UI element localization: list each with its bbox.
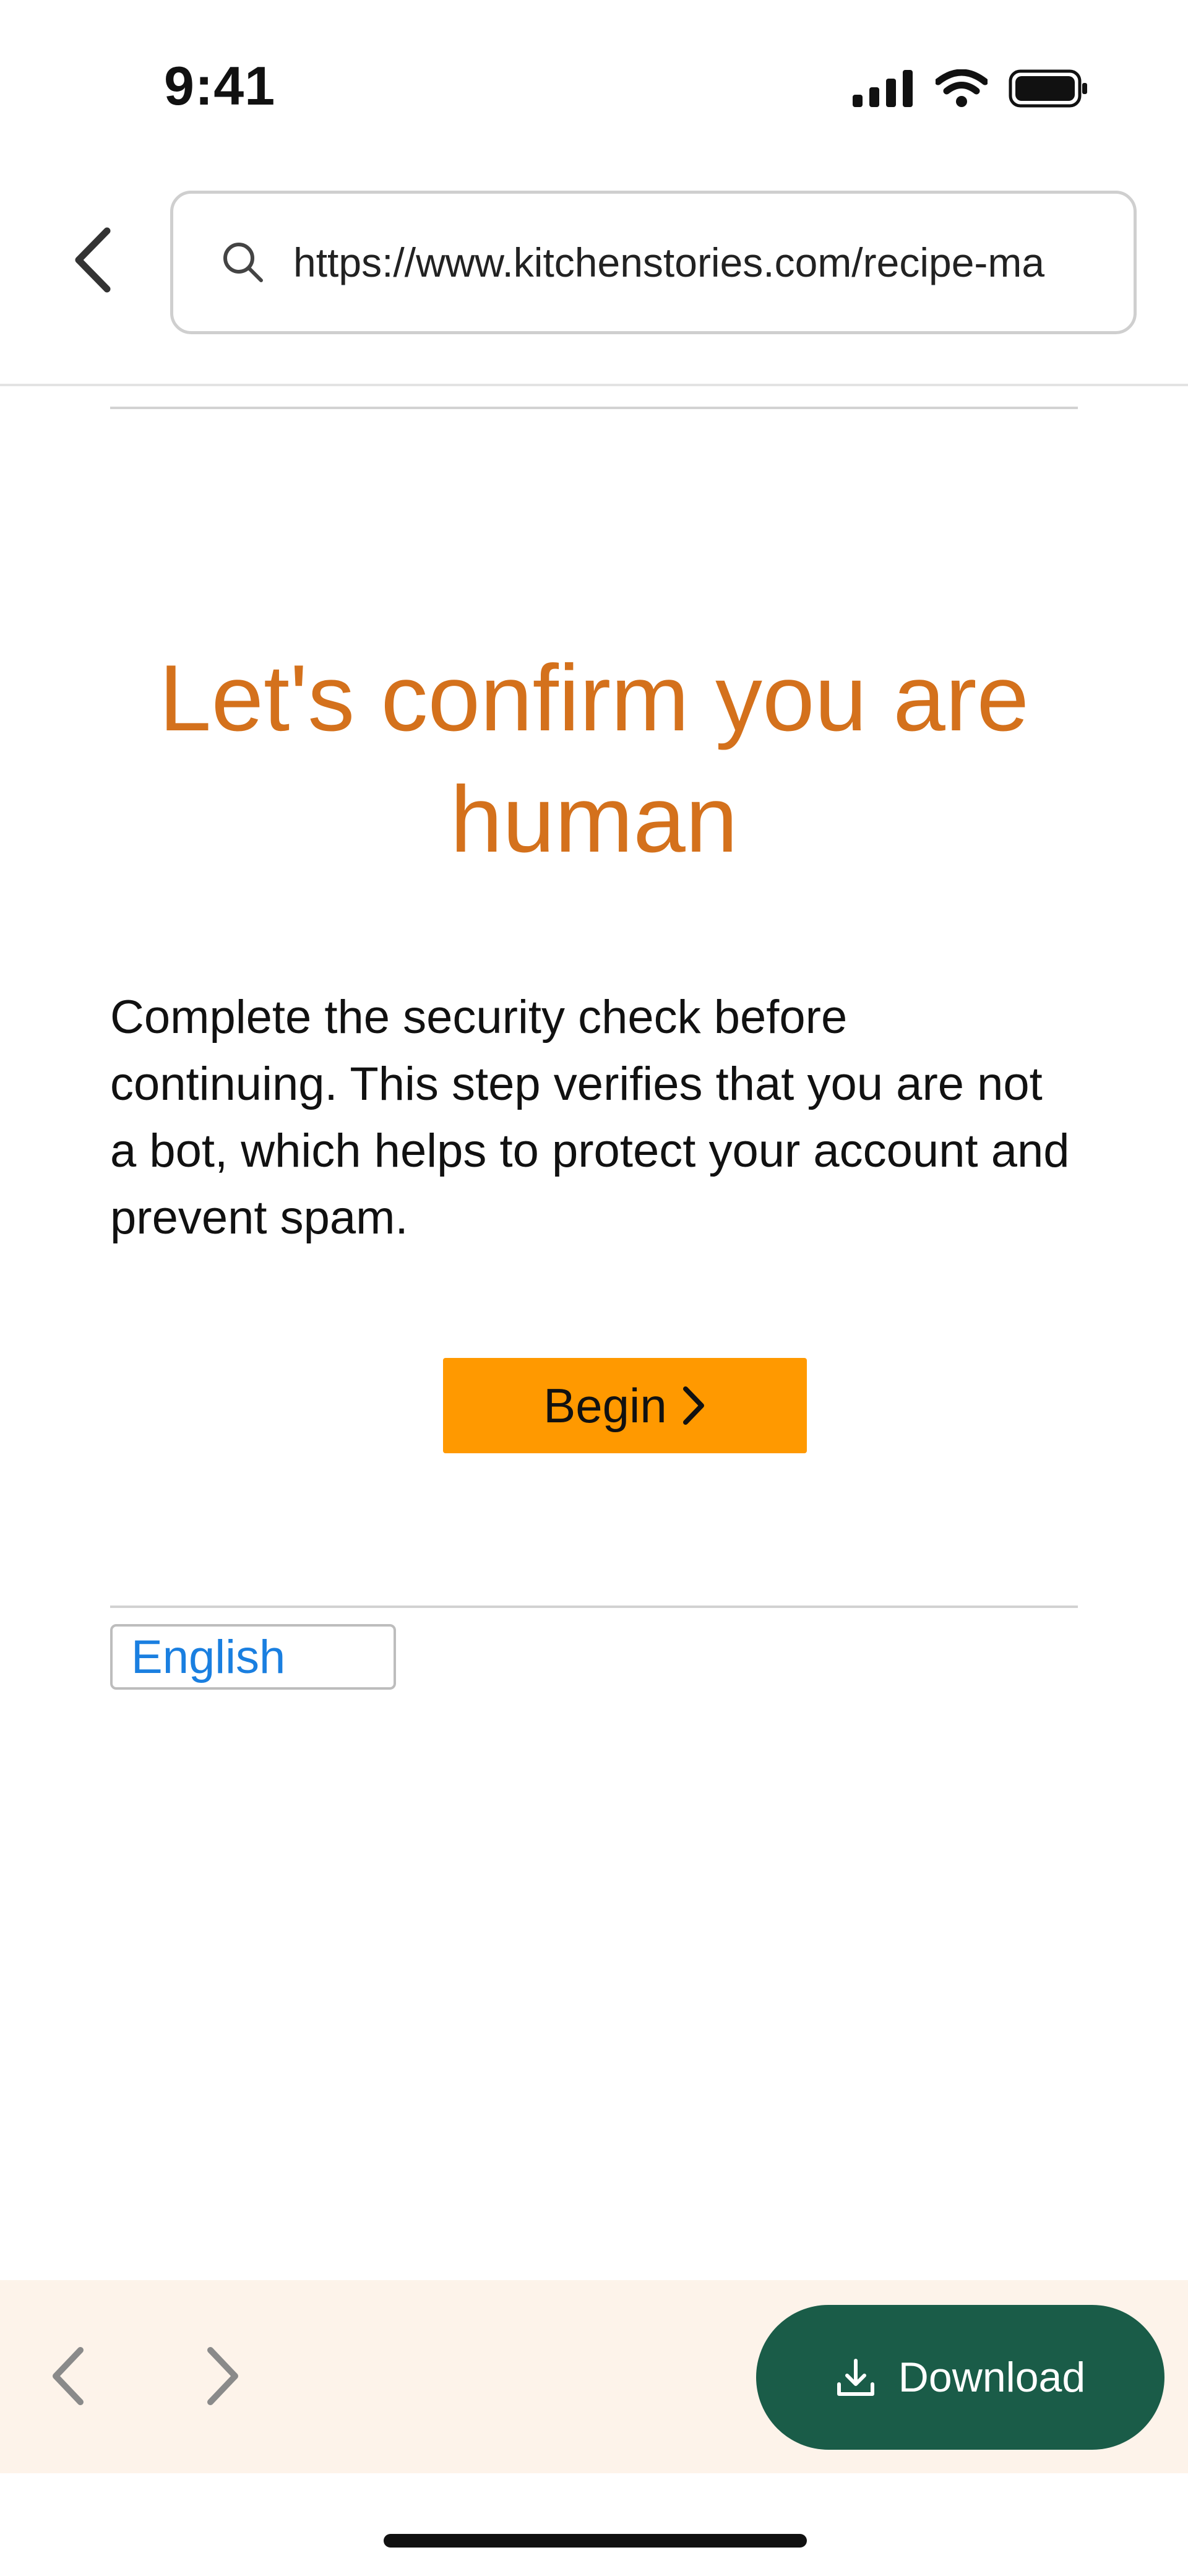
wifi-icon bbox=[936, 69, 988, 107]
chevron-right-icon bbox=[682, 1386, 704, 1425]
back-icon bbox=[53, 2347, 84, 2405]
status-icons bbox=[853, 67, 1089, 110]
url-text: https://www.kitchenstories.com/recipe-ma bbox=[293, 240, 1045, 285]
download-button-label: Download bbox=[898, 2354, 1086, 2401]
address-bar[interactable]: https://www.kitchenstories.com/recipe-ma bbox=[170, 191, 1137, 334]
download-icon bbox=[837, 2359, 874, 2396]
signal-icon bbox=[853, 70, 913, 107]
forward-icon bbox=[207, 2347, 238, 2405]
bottom-divider bbox=[110, 1606, 1078, 1608]
status-time: 9:41 bbox=[164, 55, 276, 116]
header-divider bbox=[0, 384, 1188, 386]
toolbar-forward-button[interactable] bbox=[192, 2336, 254, 2416]
toolbar-back-button[interactable] bbox=[37, 2336, 99, 2416]
language-selector[interactable]: English bbox=[110, 1624, 396, 1690]
begin-button-label: Begin bbox=[543, 1378, 667, 1433]
home-indicator bbox=[384, 2534, 807, 2548]
browser-back-button[interactable] bbox=[62, 223, 124, 297]
description-text: Complete the security check before conti… bbox=[110, 991, 1070, 1244]
top-divider bbox=[110, 407, 1078, 409]
page-title: Let's confirm you are human bbox=[158, 646, 1030, 872]
status-bar: 9:41 bbox=[0, 0, 1188, 161]
battery-icon bbox=[1009, 69, 1087, 108]
begin-button[interactable]: Begin bbox=[443, 1358, 807, 1453]
search-icon bbox=[223, 243, 263, 282]
back-icon bbox=[75, 227, 111, 293]
download-button[interactable]: Download bbox=[756, 2305, 1164, 2450]
